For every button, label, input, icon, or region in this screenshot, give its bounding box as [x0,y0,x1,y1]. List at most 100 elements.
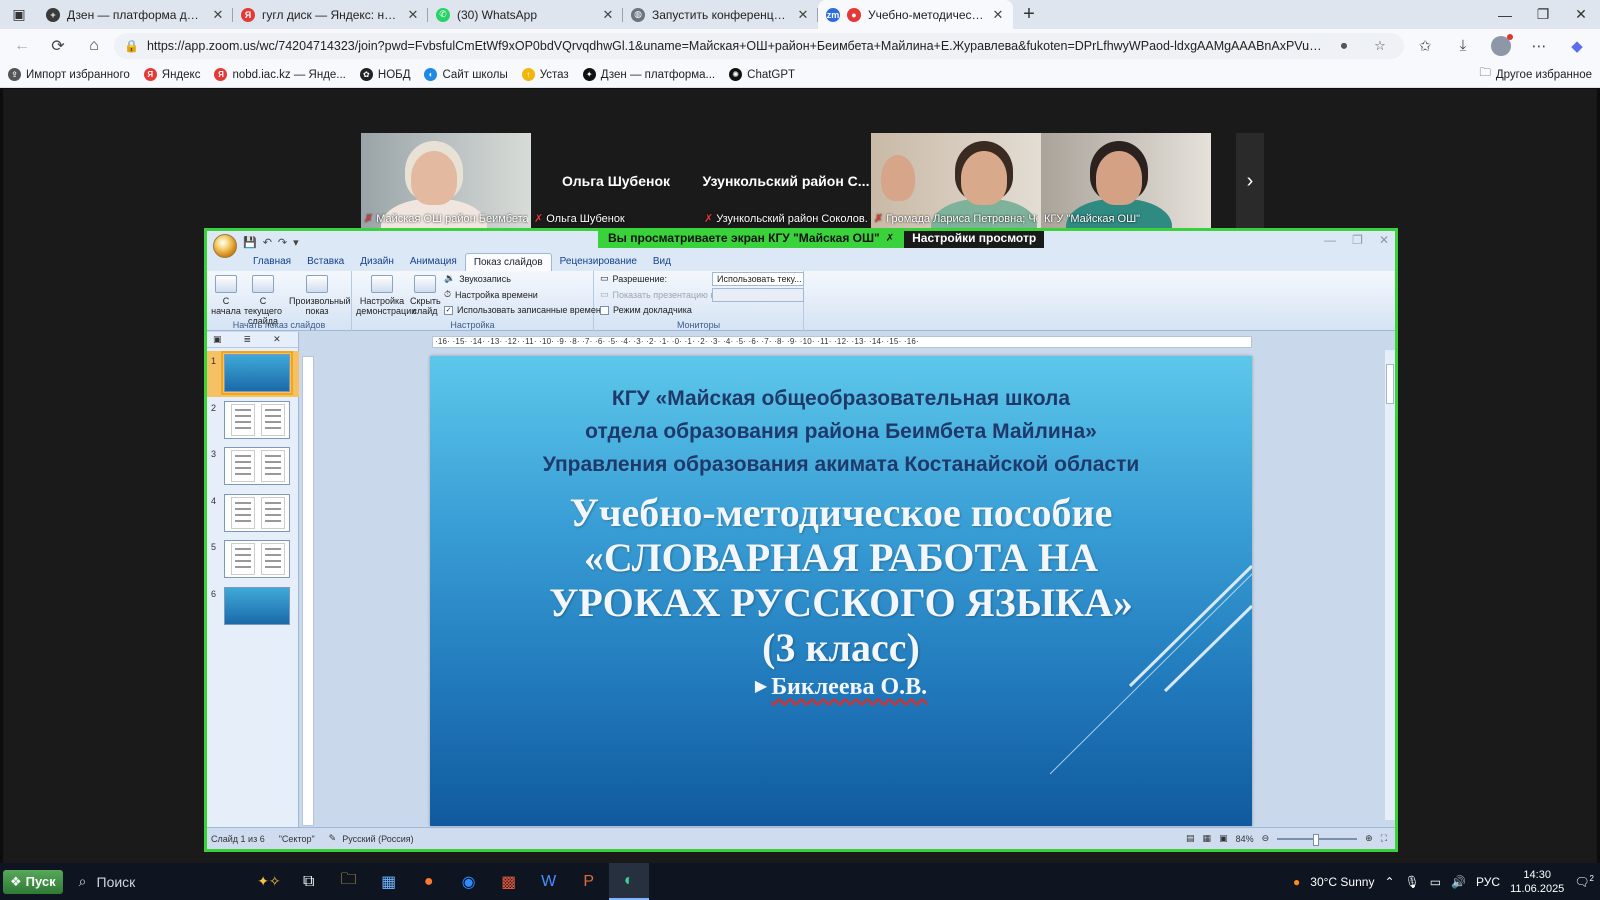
slide-thumbnail[interactable] [221,351,293,395]
browser-tab-5[interactable]: zm ● Учебно-методическое посо ✕ [818,0,1013,29]
ribbon-tab[interactable]: Вид [645,253,679,271]
use-timings-checkbox[interactable]: ✓ Использовать записанные времена [444,305,606,315]
show-on-select[interactable] [712,288,804,302]
bookmark-item[interactable]: ✺ ChatGPT [729,68,795,81]
ppt-minimize-icon[interactable]: — [1324,233,1336,247]
slide-thumbnail[interactable] [224,400,290,439]
ribbon-tab[interactable]: Анимация [402,253,465,271]
slide-thumbnail[interactable] [224,447,290,485]
store-icon[interactable]: ▦ [369,863,409,900]
browser-tab-3[interactable]: ✆ (30) WhatsApp ✕ [428,0,623,29]
start-button[interactable]: ❖ Пуск [3,869,63,894]
zoom-out-icon[interactable]: ⊖ [1262,833,1270,844]
word-icon[interactable]: W [529,863,569,900]
powerpoint-icon[interactable]: P [569,863,609,900]
address-bar[interactable]: 🔒 https://app.zoom.us/wc/74204714323/joi… [114,32,1404,59]
ppt-restore-icon[interactable]: ❐ [1352,233,1363,247]
close-pane-icon[interactable]: ✕ [273,334,281,345]
reload-button[interactable]: ⟳ [42,32,74,60]
new-tab-button[interactable]: + [1013,0,1045,29]
participant-tile[interactable]: Узункольский район С... ✗ Узункольский рай… [701,133,871,229]
slide-thumbnail[interactable] [224,586,290,625]
language-indicator-tray[interactable]: РУС [1476,875,1500,889]
close-tab-icon[interactable]: ✕ [406,7,420,23]
normal-view-icon[interactable]: ▤ [1186,833,1195,844]
slideshow-view-icon[interactable]: ▣ [1219,833,1228,844]
slide-thumbnail[interactable] [224,540,290,578]
zoom-slider[interactable] [1277,833,1358,846]
tray-expand-icon[interactable]: ⌃ [1384,875,1394,889]
redo-icon[interactable]: ↷ [278,236,287,249]
restore-icon[interactable]: ❐ [1524,0,1562,29]
bookmark-item[interactable]: ◐ Сайт школы [424,68,508,81]
ppt-close-icon[interactable]: ✕ [1379,233,1389,247]
network-icon[interactable]: ▭ [1430,875,1441,889]
menu-dots-icon[interactable]: ⋯ [1522,32,1556,60]
zoom-level[interactable]: 84% [1236,834,1254,844]
close-tab-icon[interactable]: ✕ [601,7,615,23]
zoom-app-icon[interactable]: ◉ [449,863,489,900]
favorites-icon[interactable]: ✩ [1408,32,1442,60]
bookmark-item[interactable]: Я Яндекс [143,68,200,81]
downloads-icon[interactable]: ⤓ [1446,32,1480,60]
from-start-button[interactable]: С начала [209,275,243,316]
clock[interactable]: 14:30 11.06.2025 [1510,868,1564,896]
participant-tile[interactable]: Ольга Шубенок ✗ Ольга Шубенок [531,133,701,229]
participant-tile[interactable]: ✗ Громада Лариса Петровна; Че... [871,133,1041,229]
browser-tab-2[interactable]: Ягугл диск — Яндекс: нашлось 83 ✕ [233,0,428,29]
back-button[interactable]: ← [6,32,38,60]
close-tab-icon[interactable]: ✕ [211,7,225,23]
tab-actions-icon[interactable]: ▣ [0,0,38,29]
vertical-scrollbar[interactable] [1385,350,1395,820]
office-button-icon[interactable] [213,234,237,258]
participant-tile[interactable]: ✗ Майская ОШ район Беимбета ... [361,133,531,229]
browser-tab-4[interactable]: ◍ Запустить конференцию - Zoom ✕ [623,0,818,29]
presenter-mode-checkbox[interactable]: Режим докладчика [600,305,692,315]
file-explorer-icon[interactable]: 🗀 [329,863,369,900]
current-slide[interactable]: КГУ «Майская общеобразовательная школа о… [430,356,1252,826]
bookmark-item[interactable]: ↑ Устаз [521,68,569,81]
task-view-icon[interactable]: ⧉ [289,863,329,900]
participant-tile[interactable]: КГУ "Майская ОШ" [1041,133,1211,229]
bookmark-item[interactable]: Яnobd.iac.kz — Янде... [214,68,346,81]
undo-icon[interactable]: ↶ [263,236,272,249]
close-tab-icon[interactable]: ✕ [991,7,1005,23]
resolution-select[interactable]: Использовать теку... [712,272,804,286]
home-button[interactable]: ⌂ [78,32,110,60]
ribbon-tab[interactable]: Рецензирование [552,253,645,271]
scroll-thumb[interactable] [1386,364,1394,404]
ribbon-tab[interactable]: Дизайн [352,253,402,271]
weather-icon[interactable]: ● [1293,875,1300,889]
outline-tab-icon[interactable]: ≣ [244,334,252,345]
view-settings-button[interactable]: Настройки просмотр [904,231,1045,248]
favorite-star-icon[interactable]: ☆ [1366,38,1394,54]
browser-tab-1[interactable]: + Дзен — платформа для просмо ✕ [38,0,233,29]
next-participants-button[interactable]: › [1236,133,1264,229]
slides-tab-icon[interactable]: ▣ [213,334,222,345]
setup-show-button[interactable]: Настройка демонстрации [356,275,416,316]
microphone-icon[interactable]: 🎙 [1405,875,1420,889]
weather-text[interactable]: 30°C Sunny [1310,875,1374,889]
bookmark-item[interactable]: ✦ Дзен — платформа... [582,68,715,81]
close-tab-icon[interactable]: ✕ [796,7,810,23]
url-text[interactable]: https://app.zoom.us/wc/74204714323/join?… [147,39,1322,53]
language-indicator[interactable]: Русский (Россия) [342,834,413,844]
from-current-button[interactable]: С текущего слайда [243,275,283,326]
minimize-icon[interactable]: — [1486,0,1524,29]
bookmark-item[interactable]: ⇪ Импорт избранного [8,68,130,81]
volume-icon[interactable]: 🔊 [1451,875,1466,889]
record-narration-button[interactable]: 🔉 Звукозапись [444,273,511,284]
zoom-in-icon[interactable]: ⊕ [1365,833,1373,844]
qat-dropdown-icon[interactable]: ▾ [293,236,299,249]
camera-permission-icon[interactable]: ⏺ [1330,38,1358,54]
edge-icon[interactable]: ◐ [608,863,649,900]
rehearse-timings-button[interactable]: ⏱ Настройка времени [444,289,538,300]
ribbon-tab[interactable]: Вставка [299,253,352,271]
save-icon[interactable]: 💾 [243,236,257,249]
lock-icon[interactable]: 🔒 [124,39,139,53]
copilot-icon[interactable]: ◆ [1560,32,1594,60]
close-window-icon[interactable]: ✕ [1562,0,1600,29]
sorter-view-icon[interactable]: ▦ [1203,833,1212,844]
firefox-icon[interactable]: ● [409,863,449,900]
profile-avatar[interactable] [1491,33,1513,56]
